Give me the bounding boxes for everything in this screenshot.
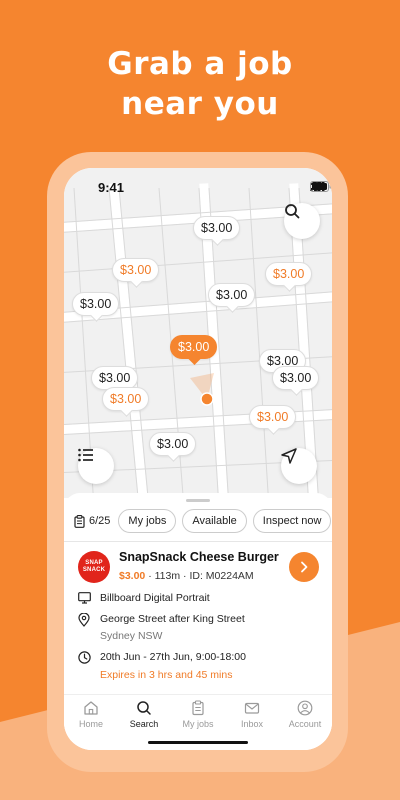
list-view-button[interactable]: [78, 448, 114, 484]
meta-separator: ·: [148, 570, 152, 582]
map-price-pin[interactable]: $3.00: [208, 283, 256, 307]
tab-my-jobs-label: My jobs: [182, 719, 214, 729]
tab-inbox-label: Inbox: [240, 719, 264, 729]
user-location-dot: [200, 392, 214, 406]
job-card[interactable]: SNAP SNACK SnapSnack Cheese Burger $3.00 …: [64, 542, 332, 692]
navigation-arrow-icon: [281, 448, 297, 464]
job-expiry: Expires in 3 hrs and 45 mins: [100, 669, 233, 681]
map-search-button[interactable]: [284, 203, 320, 239]
job-address-line1: George Street after King Street: [100, 613, 245, 625]
brand-logo: SNAP SNACK: [78, 551, 110, 583]
filter-chip-inspect-now[interactable]: Inspect now: [252, 509, 332, 533]
status-time: 9:41: [98, 180, 125, 195]
tab-home[interactable]: Home: [64, 699, 118, 729]
phone-screen: 9:41 $3.00 $3.00 $3.00 $3.00 $3.00 $3.00…: [64, 168, 332, 750]
clipboard-icon: [192, 700, 204, 716]
tab-inbox[interactable]: Inbox: [225, 699, 279, 729]
search-icon: [285, 204, 300, 219]
headline-line1: Grab a job: [107, 46, 293, 82]
map-view[interactable]: 9:41 $3.00 $3.00 $3.00 $3.00 $3.00 $3.00…: [64, 168, 332, 498]
job-title: SnapSnack Cheese Burger: [119, 550, 279, 564]
job-address-line2: Sydney NSW: [100, 630, 163, 642]
clock-icon: [78, 651, 91, 664]
map-price-pin[interactable]: $3.00: [102, 387, 150, 411]
my-location-button[interactable]: [281, 448, 317, 484]
map-price-pin[interactable]: $3.00: [72, 292, 120, 316]
monitor-icon: [78, 592, 91, 604]
map-price-pin[interactable]: $3.00: [249, 405, 297, 429]
headline: Grab a job near you: [0, 44, 400, 124]
map-price-pin[interactable]: $3.00: [272, 366, 320, 390]
job-distance: 113m: [154, 570, 181, 582]
headline-line2: near you: [121, 86, 279, 122]
filter-chip-available[interactable]: Available: [182, 509, 247, 533]
open-job-button[interactable]: [289, 552, 319, 582]
sheet-drag-handle[interactable]: [186, 499, 210, 502]
chevron-right-icon: [301, 561, 308, 573]
search-icon: [137, 701, 151, 715]
list-icon: [78, 448, 93, 462]
tab-search[interactable]: Search: [117, 699, 171, 729]
filter-bar: 6/25 My jobs Available Inspect now: [74, 509, 332, 533]
job-count: 6/25: [74, 514, 111, 528]
home-indicator: [148, 741, 248, 744]
job-count-text: 6/25: [89, 515, 111, 527]
map-price-pin[interactable]: $3.00: [193, 216, 241, 240]
home-icon: [84, 701, 98, 715]
tab-search-label: Search: [129, 719, 159, 729]
tab-home-label: Home: [78, 719, 103, 729]
map-price-pin[interactable]: $3.00: [265, 262, 313, 286]
status-bar: 9:41: [64, 168, 332, 204]
location-pin-icon: [78, 613, 90, 627]
filter-chip-my-jobs[interactable]: My jobs: [118, 509, 177, 533]
job-price: $3.00: [119, 570, 146, 582]
job-schedule: 20th Jun - 27th Jun, 9:00-18:00: [100, 651, 246, 663]
job-meta: $3.00 · 113m · ID: M0224AM: [119, 570, 254, 582]
meta-separator: ·: [183, 570, 187, 582]
map-price-pin[interactable]: $3.00: [149, 432, 197, 456]
mail-icon: [244, 702, 260, 714]
job-media: Billboard Digital Portrait: [100, 592, 210, 604]
clipboard-icon: [74, 514, 85, 528]
job-id: ID: M0224AM: [189, 570, 254, 582]
map-price-pin-selected[interactable]: $3.00: [170, 335, 218, 359]
tab-account[interactable]: Account: [278, 699, 332, 729]
tab-my-jobs[interactable]: My jobs: [171, 699, 225, 729]
user-icon: [297, 700, 313, 716]
battery-icon: [310, 181, 332, 192]
tab-account-label: Account: [288, 719, 322, 729]
map-price-pin[interactable]: $3.00: [112, 258, 160, 282]
